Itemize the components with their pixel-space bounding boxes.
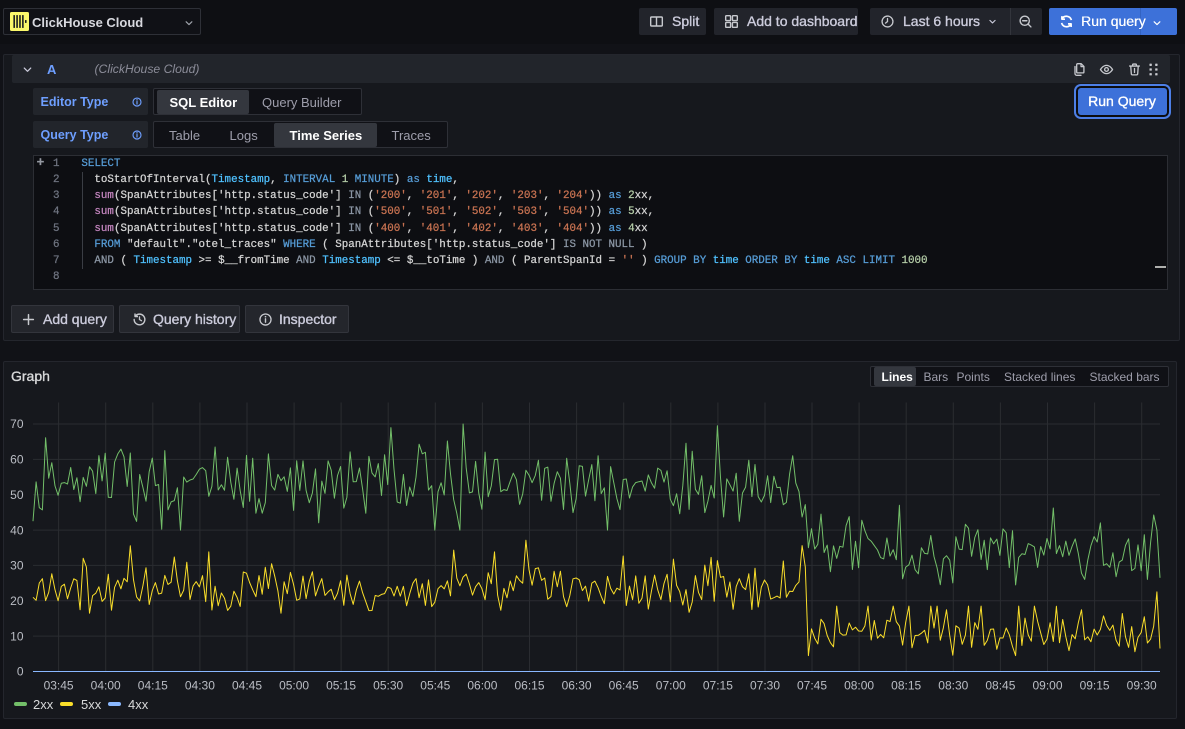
svg-text:07:45: 07:45 — [797, 679, 827, 693]
svg-text:40: 40 — [10, 523, 24, 537]
svg-text:06:30: 06:30 — [562, 679, 592, 693]
svg-text:09:30: 09:30 — [1127, 679, 1157, 693]
svg-text:70: 70 — [10, 417, 24, 431]
svg-text:30: 30 — [10, 559, 24, 573]
svg-text:0: 0 — [17, 665, 24, 679]
svg-text:60: 60 — [10, 453, 24, 467]
svg-text:08:45: 08:45 — [985, 679, 1015, 693]
svg-text:07:15: 07:15 — [703, 679, 733, 693]
svg-text:06:15: 06:15 — [514, 679, 544, 693]
svg-text:10: 10 — [10, 629, 24, 643]
svg-text:20: 20 — [10, 594, 24, 608]
svg-text:08:30: 08:30 — [938, 679, 968, 693]
svg-text:03:45: 03:45 — [44, 679, 74, 693]
svg-text:09:15: 09:15 — [1080, 679, 1110, 693]
svg-text:06:00: 06:00 — [467, 679, 497, 693]
svg-text:06:45: 06:45 — [609, 679, 639, 693]
svg-text:04:30: 04:30 — [185, 679, 215, 693]
svg-text:07:00: 07:00 — [656, 679, 686, 693]
svg-text:50: 50 — [10, 488, 24, 502]
svg-text:04:15: 04:15 — [138, 679, 168, 693]
svg-text:09:00: 09:00 — [1032, 679, 1062, 693]
svg-text:07:30: 07:30 — [750, 679, 780, 693]
svg-text:05:00: 05:00 — [279, 679, 309, 693]
svg-text:05:45: 05:45 — [420, 679, 450, 693]
svg-text:08:00: 08:00 — [844, 679, 874, 693]
svg-text:08:15: 08:15 — [891, 679, 921, 693]
svg-text:04:45: 04:45 — [232, 679, 262, 693]
svg-text:04:00: 04:00 — [91, 679, 121, 693]
svg-text:05:30: 05:30 — [373, 679, 403, 693]
svg-text:05:15: 05:15 — [326, 679, 356, 693]
